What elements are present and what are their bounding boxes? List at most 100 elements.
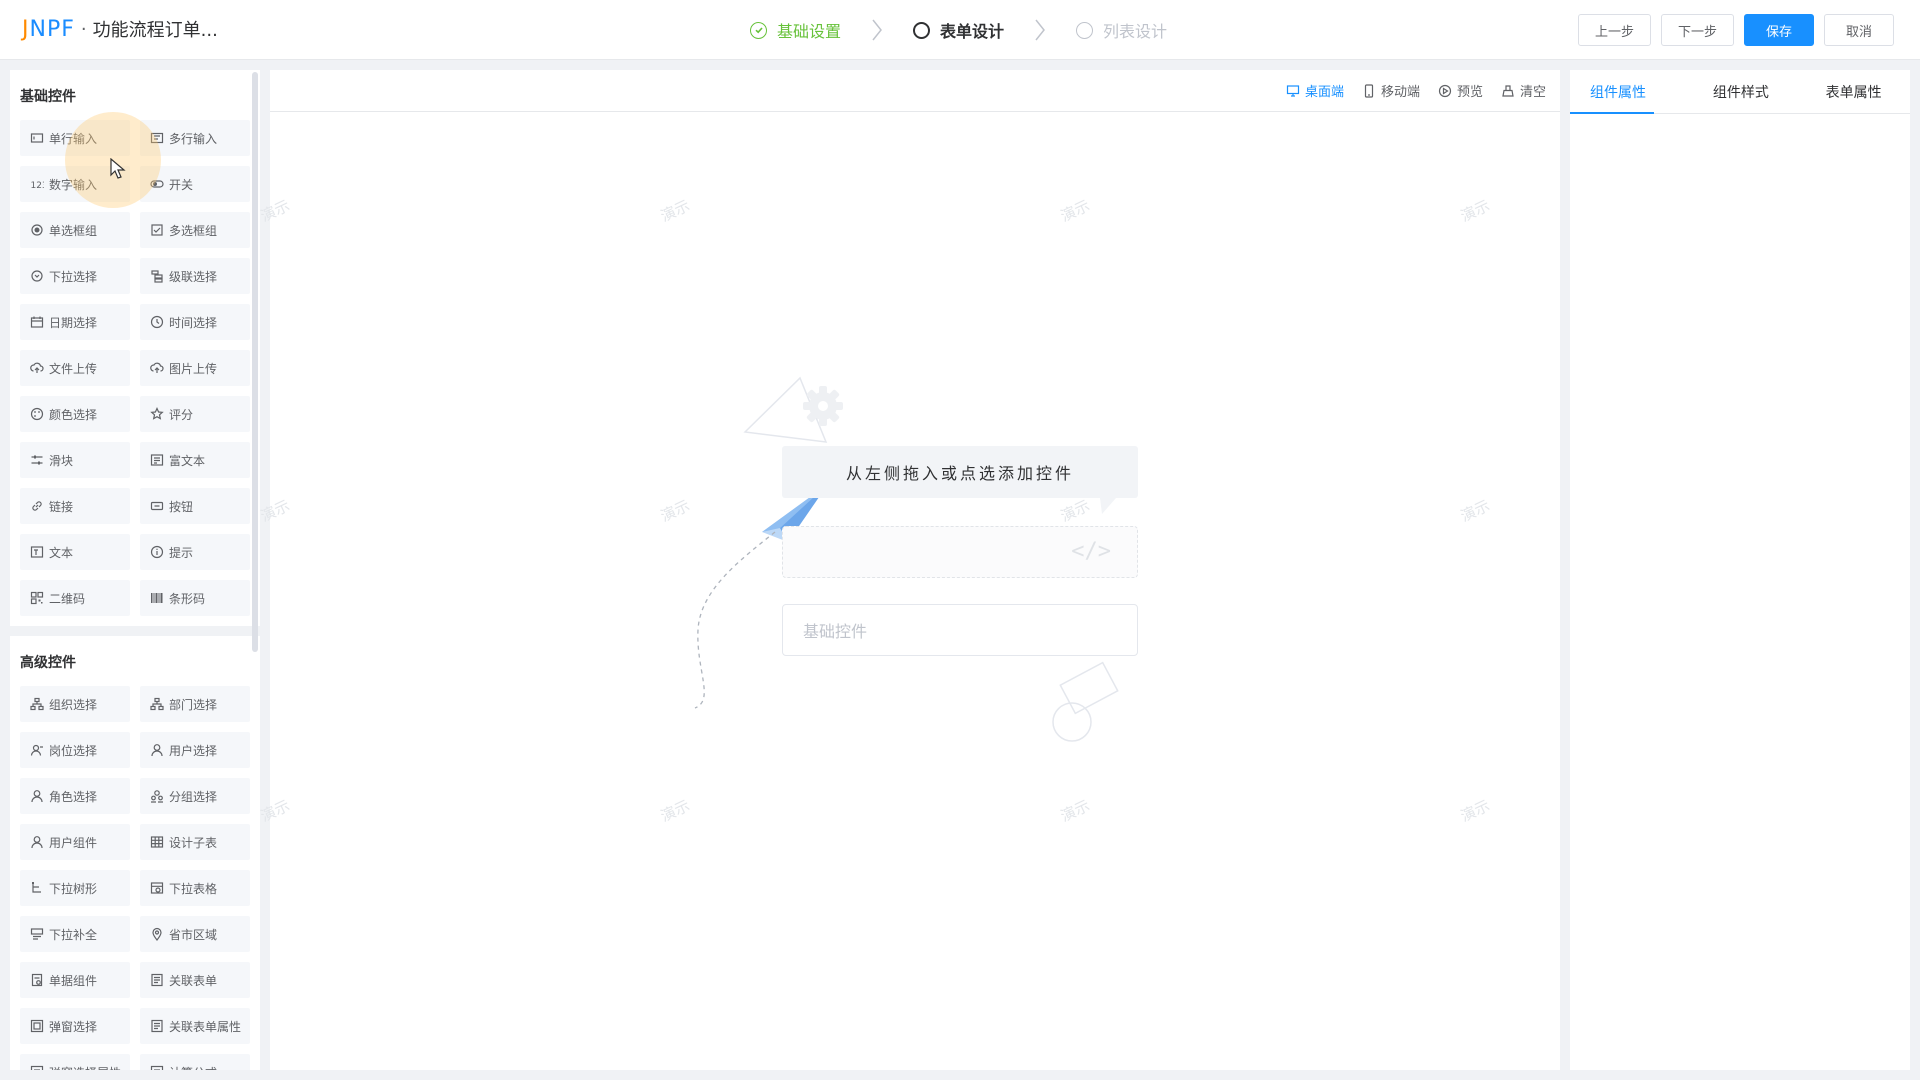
palette-item[interactable]: 计算公式 xyxy=(140,1054,250,1070)
palette-item[interactable]: 组织选择 xyxy=(20,686,130,722)
palette-item-label: 岗位选择 xyxy=(49,743,98,758)
palette-item[interactable]: 下拉补全 xyxy=(20,916,130,952)
palette-item-label: 富文本 xyxy=(169,453,206,468)
watermark-text: 演示 xyxy=(257,796,293,826)
palette-item[interactable]: 按钮 xyxy=(140,488,250,524)
step-basic-settings[interactable]: 基础设置 xyxy=(750,18,841,42)
palette-item-label: 图片上传 xyxy=(169,361,218,376)
palette-item[interactable]: 岗位选择 xyxy=(20,732,130,768)
step-form-design[interactable]: 表单设计 xyxy=(913,18,1004,42)
document-icon xyxy=(30,973,44,987)
gear-icon xyxy=(803,386,843,426)
palette-item[interactable]: 下拉树形 xyxy=(20,870,130,906)
palette-item[interactable]: 角色选择 xyxy=(20,778,130,814)
tab-component-style[interactable]: 组件样式 xyxy=(1684,70,1797,113)
palette-item[interactable]: 链接 xyxy=(20,488,130,524)
prev-step-button[interactable]: 上一步 xyxy=(1577,14,1651,46)
step-label: 列表设计 xyxy=(1103,22,1168,41)
toolbar-clear-button[interactable]: 清空 xyxy=(1501,81,1546,100)
mobile-icon xyxy=(1364,83,1374,98)
info-icon xyxy=(150,545,164,559)
toolbar-desktop-button[interactable]: 桌面端 xyxy=(1286,81,1344,100)
clock-icon xyxy=(150,315,164,329)
palette-item[interactable]: 下拉表格 xyxy=(140,870,250,906)
palette-item-label: 开关 xyxy=(169,177,194,192)
logo: JNPF xyxy=(22,16,75,42)
palette-item-label: 文本 xyxy=(49,545,74,560)
palette-item-label: 颜色选择 xyxy=(49,407,98,422)
top-header: JNPF · 功能流程订单... 基础设置 表单设计 列表设计 上一步 下一步 … xyxy=(0,0,1920,60)
palette-item[interactable]: 单选框组 xyxy=(20,212,130,248)
palette-item[interactable]: 弹窗选择属性 xyxy=(20,1054,130,1070)
form-design-canvas[interactable]: 桌面端 移动端 预览 清空 演示 演示 演示 演示 演示 演示 演示 演示 演示 演示 演示 演示 从左侧拖… xyxy=(258,70,1560,1070)
toolbar-mobile-button[interactable]: 移动端 xyxy=(1362,81,1420,100)
palette-item[interactable]: 评分 xyxy=(140,396,250,432)
org-icon xyxy=(30,697,44,711)
input-icon xyxy=(30,131,44,145)
popup-attr-icon xyxy=(30,1065,44,1070)
palette-item[interactable]: 颜色选择 xyxy=(20,396,130,432)
svg-text:123: 123 xyxy=(31,181,45,191)
toolbar-label: 桌面端 xyxy=(1304,85,1344,100)
tab-form-properties[interactable]: 表单属性 xyxy=(1797,70,1910,113)
palette-item[interactable]: 分组选择 xyxy=(140,778,250,814)
palette-icon xyxy=(30,407,44,421)
palette-item-label: 关联表单属性 xyxy=(169,1019,242,1034)
palette-item[interactable]: 级联选择 xyxy=(140,258,250,294)
palette-item[interactable]: 条形码 xyxy=(140,580,250,616)
palette-item[interactable]: 提示 xyxy=(140,534,250,570)
palette-item-label: 下拉补全 xyxy=(49,927,98,942)
next-step-button[interactable]: 下一步 xyxy=(1660,14,1734,46)
popup-icon xyxy=(30,1019,44,1033)
palette-item-label: 下拉树形 xyxy=(49,881,98,896)
palette-item-label: 评分 xyxy=(169,407,194,422)
watermark-text: 演示 xyxy=(657,496,693,526)
palette-item-label: 多选框组 xyxy=(169,223,218,238)
palette-item[interactable]: 文本 xyxy=(20,534,130,570)
step-list-design[interactable]: 列表设计 xyxy=(1076,18,1167,42)
radio-icon xyxy=(30,223,44,237)
calendar-icon xyxy=(30,315,44,329)
tab-component-properties[interactable]: 组件属性 xyxy=(1570,70,1684,114)
watermark-text: 演示 xyxy=(1457,196,1493,226)
properties-tabs: 组件属性 组件样式 表单属性 xyxy=(1570,70,1910,114)
palette-item[interactable]: 用户组件 xyxy=(20,824,130,860)
table-icon xyxy=(150,835,164,849)
palette-scrollbar[interactable] xyxy=(252,72,258,652)
palette-item[interactable]: 文件上传 xyxy=(20,350,130,386)
palette-item[interactable]: 部门选择 xyxy=(140,686,250,722)
palette-item[interactable]: 滑块 xyxy=(20,442,130,478)
palette-item-label: 关联表单 xyxy=(169,973,218,988)
advanced-components-grid: 组织选择 部门选择岗位选择 用户选择 角色选择 分组选择 用户组件 设计子表下拉树形 下拉表格… xyxy=(20,686,250,1070)
palette-item[interactable]: 下拉选择 xyxy=(20,258,130,294)
palette-item[interactable]: 用户选择 xyxy=(140,732,250,768)
component-palette[interactable]: 基础控件 单行输入多行输入123数字输入开关单选框组多选框组下拉选择级联选择日期… xyxy=(10,70,260,1070)
slider-icon xyxy=(30,453,44,467)
cancel-button[interactable]: 取消 xyxy=(1824,14,1894,46)
palette-item[interactable]: 多选框组 xyxy=(140,212,250,248)
toolbar-preview-button[interactable]: 预览 xyxy=(1438,81,1483,100)
watermark-text: 演示 xyxy=(657,796,693,826)
palette-item[interactable]: 富文本 xyxy=(140,442,250,478)
save-button[interactable]: 保存 xyxy=(1744,14,1814,46)
palette-item[interactable]: 图片上传 xyxy=(140,350,250,386)
region-icon xyxy=(150,927,164,941)
palette-item-label: 设计子表 xyxy=(169,835,218,850)
code-icon: </> xyxy=(1071,539,1111,564)
palette-item[interactable]: 二维码 xyxy=(20,580,130,616)
palette-item[interactable]: 关联表单属性 xyxy=(140,1008,250,1044)
palette-item[interactable]: 弹窗选择 xyxy=(20,1008,130,1044)
palette-item[interactable]: 省市区域 xyxy=(140,916,250,952)
palette-item[interactable]: 时间选择 xyxy=(140,304,250,340)
button-icon xyxy=(150,499,164,513)
palette-item-label: 单据组件 xyxy=(49,973,98,988)
palette-item[interactable]: 单据组件 xyxy=(20,962,130,998)
palette-item-label: 二维码 xyxy=(49,591,86,606)
palette-item[interactable]: 关联表单 xyxy=(140,962,250,998)
user-component-icon xyxy=(30,835,44,849)
toolbar-label: 移动端 xyxy=(1380,85,1420,100)
group-divider xyxy=(10,626,260,636)
palette-item[interactable]: 设计子表 xyxy=(140,824,250,860)
dropdown-table-icon xyxy=(150,881,164,895)
palette-item[interactable]: 日期选择 xyxy=(20,304,130,340)
